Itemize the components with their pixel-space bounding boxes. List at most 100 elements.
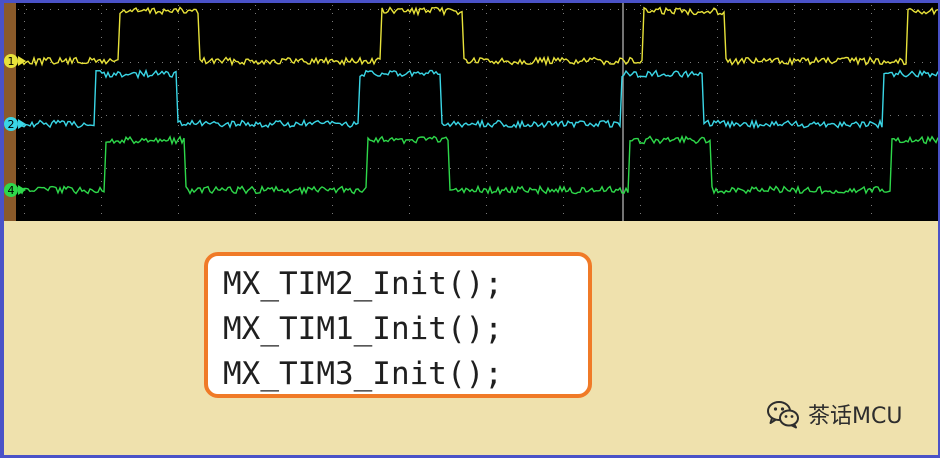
grid-dot [871, 165, 872, 166]
grid-dot [434, 115, 435, 116]
grid-dot [255, 45, 256, 46]
grid-dot [255, 101, 256, 102]
grid-dot [563, 157, 564, 158]
grid-dot [818, 115, 819, 116]
grid-dot [871, 29, 872, 30]
grid-dot [332, 117, 333, 118]
grid-dot [866, 115, 867, 116]
grid-dot [50, 9, 51, 10]
grid-dot [554, 168, 555, 169]
grid-dot [122, 62, 123, 63]
grid-dot [98, 9, 99, 10]
grid-dot [717, 109, 718, 110]
grid-dot [154, 168, 155, 169]
grid-dot [717, 93, 718, 94]
grid-dot [226, 168, 227, 169]
grid-dot [594, 115, 595, 116]
grid-dot [871, 93, 872, 94]
grid-dot [378, 9, 379, 10]
grid-dot [202, 115, 203, 116]
grid-dot [802, 62, 803, 63]
grid-dot [922, 168, 923, 169]
grid-dot [706, 9, 707, 10]
watermark-text: 茶话MCU [808, 404, 903, 429]
grid-dot [402, 115, 403, 116]
grid-dot [332, 133, 333, 134]
grid-dot [24, 181, 25, 182]
grid-dot [24, 93, 25, 94]
grid-dot [332, 45, 333, 46]
grid-dot [717, 157, 718, 158]
grid-dot [506, 115, 507, 116]
grid-dot [563, 5, 564, 6]
grid-dot [202, 168, 203, 169]
grid-dot [170, 115, 171, 116]
grid-dot [794, 133, 795, 134]
grid-dot [682, 9, 683, 10]
grid-dot [866, 9, 867, 10]
grid-dot [26, 115, 27, 116]
grid-dot [409, 93, 410, 94]
grid-dot [738, 168, 739, 169]
grid-dot [570, 168, 571, 169]
grid-dot [650, 9, 651, 10]
grid-dot [332, 21, 333, 22]
grid-dot [24, 29, 25, 30]
grid-dot [386, 9, 387, 10]
grid-dot [90, 62, 91, 63]
grid-dot [234, 168, 235, 169]
grid-dot [101, 77, 102, 78]
grid-dot [409, 77, 410, 78]
grid-dot [101, 29, 102, 30]
grid-dot [24, 213, 25, 214]
grid-dot [522, 168, 523, 169]
grid-dot [563, 69, 564, 70]
grid-dot [402, 168, 403, 169]
grid-dot [258, 9, 259, 10]
grid-dot [66, 9, 67, 10]
grid-dot [794, 13, 795, 14]
grid-dot [546, 115, 547, 116]
grid-dot [255, 181, 256, 182]
grid-dot [234, 9, 235, 10]
grid-dot [586, 115, 587, 116]
grid-dot [914, 115, 915, 116]
grid-dot [298, 115, 299, 116]
grid-dot [409, 21, 410, 22]
grid-dot [871, 133, 872, 134]
grid-dot [794, 85, 795, 86]
grid-dot [554, 9, 555, 10]
grid-dot [738, 9, 739, 10]
grid-dot [762, 115, 763, 116]
image-frame: 1 2 4 MX_TIM2_Init(); MX_TIM1_Init(); MX_T… [0, 0, 940, 458]
grid-dot [563, 93, 564, 94]
grid-dot [640, 165, 641, 166]
grid-dot [722, 168, 723, 169]
grid-dot [234, 62, 235, 63]
grid-dot [794, 21, 795, 22]
grid-dot [794, 125, 795, 126]
grid-dot [255, 13, 256, 14]
grid-dot [634, 115, 635, 116]
grid-dot [178, 93, 179, 94]
grid-dot [146, 115, 147, 116]
grid-dot [409, 157, 410, 158]
grid-dot [786, 62, 787, 63]
grid-dot [794, 77, 795, 78]
grid-dot [717, 133, 718, 134]
grid-dot [466, 168, 467, 169]
grid-dot [530, 115, 531, 116]
grid-dot [871, 197, 872, 198]
grid-dot [332, 157, 333, 158]
grid-dot [717, 181, 718, 182]
grid-dot [255, 189, 256, 190]
grid-dot [346, 115, 347, 116]
grid-dot [650, 115, 651, 116]
grid-dot [871, 5, 872, 6]
grid-dot [871, 125, 872, 126]
grid-dot [322, 115, 323, 116]
grid-dot [409, 149, 410, 150]
grid-dot [722, 62, 723, 63]
grid-dot [717, 141, 718, 142]
grid-dot [314, 168, 315, 169]
